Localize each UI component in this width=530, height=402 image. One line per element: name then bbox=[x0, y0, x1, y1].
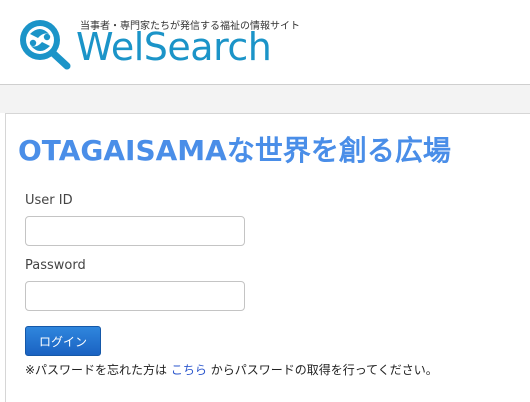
site-logo-text[interactable]: WelSearch bbox=[76, 24, 272, 70]
password-help-suffix: からパスワードの取得を行ってください。 bbox=[210, 363, 438, 377]
login-button[interactable]: ログイン bbox=[25, 326, 101, 356]
login-panel: OTAGAISAMAな世界を創る広場 User ID Password ログイン… bbox=[5, 113, 530, 402]
logo-magnifier-icon[interactable] bbox=[16, 16, 74, 70]
user-id-label: User ID bbox=[25, 193, 73, 208]
password-help-prefix: ※パスワードを忘れた方は bbox=[25, 363, 168, 377]
page-title: OTAGAISAMAな世界を創る広場 bbox=[18, 134, 451, 167]
user-id-input[interactable] bbox=[25, 216, 245, 246]
site-header: 当事者・専門家たちが発信する福祉の情報サイト WelSearch bbox=[0, 0, 530, 85]
header-divider-band bbox=[0, 85, 530, 113]
password-help-text: ※パスワードを忘れた方は こちら からパスワードの取得を行ってください。 bbox=[25, 361, 438, 378]
password-input[interactable] bbox=[25, 281, 245, 311]
password-label: Password bbox=[25, 258, 86, 273]
password-recovery-link[interactable]: こちら bbox=[171, 363, 207, 377]
